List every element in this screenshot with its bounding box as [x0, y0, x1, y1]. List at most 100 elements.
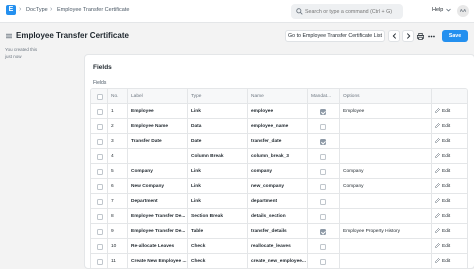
field-label[interactable] — [127, 149, 187, 164]
field-label[interactable]: Re-allocate Leaves — [127, 239, 187, 254]
go-to-list-button[interactable]: Go to Employee Transfer Certificate List — [285, 30, 385, 42]
avatar[interactable]: AA — [457, 5, 469, 17]
field-options[interactable]: Company — [339, 164, 431, 179]
field-label[interactable]: Department — [127, 194, 187, 209]
field-options[interactable] — [339, 134, 431, 149]
row-checkbox[interactable] — [97, 108, 103, 115]
edit-row-button[interactable]: Edit — [435, 164, 450, 179]
field-options[interactable]: Employee — [339, 104, 431, 119]
table-row[interactable]: 6 New Company Link new_company Company Edit — [91, 179, 467, 194]
field-name[interactable]: company — [247, 164, 307, 179]
table-row[interactable]: 3 Transfer Date Date transfer_date Edit — [91, 134, 467, 149]
field-options[interactable] — [339, 239, 431, 254]
more-actions-button[interactable] — [425, 30, 437, 42]
field-options[interactable] — [339, 119, 431, 134]
edit-row-button[interactable]: Edit — [435, 254, 450, 269]
mandatory-checkbox[interactable] — [320, 168, 326, 175]
field-label[interactable]: Employee Transfer De... — [127, 224, 187, 239]
field-type[interactable]: Section Break — [187, 209, 247, 224]
field-name[interactable]: create_new_employee... — [247, 254, 307, 269]
mandatory-checkbox[interactable] — [320, 258, 326, 265]
row-checkbox[interactable] — [97, 183, 103, 190]
mandatory-checkbox[interactable] — [320, 138, 326, 145]
field-label[interactable]: New Company — [127, 179, 187, 194]
row-checkbox[interactable] — [97, 168, 103, 175]
field-type[interactable]: Check — [187, 254, 247, 269]
edit-row-button[interactable]: Edit — [435, 239, 450, 254]
edit-row-button[interactable]: Edit — [435, 194, 450, 209]
edit-row-button[interactable]: Edit — [435, 119, 450, 134]
edit-row-button[interactable]: Edit — [435, 134, 450, 149]
next-doc-button[interactable] — [402, 30, 414, 42]
row-checkbox[interactable] — [97, 123, 103, 130]
edit-row-button[interactable]: Edit — [435, 179, 450, 194]
field-name[interactable]: employee — [247, 104, 307, 119]
row-checkbox[interactable] — [97, 228, 103, 235]
select-all-checkbox[interactable] — [97, 93, 103, 100]
menu-icon[interactable] — [6, 33, 12, 39]
field-label[interactable]: Employee — [127, 104, 187, 119]
field-options[interactable] — [339, 149, 431, 164]
field-type[interactable]: Link — [187, 194, 247, 209]
row-checkbox[interactable] — [97, 198, 103, 205]
table-row[interactable]: 7 Department Link department Edit — [91, 194, 467, 209]
table-row[interactable]: 4 Column Break column_break_3 Edit — [91, 149, 467, 164]
row-checkbox[interactable] — [97, 138, 103, 145]
field-name[interactable]: new_company — [247, 179, 307, 194]
help-menu[interactable]: Help — [432, 7, 443, 13]
field-type[interactable]: Data — [187, 119, 247, 134]
table-row[interactable]: 2 Employee Name Data employee_name Edit — [91, 119, 467, 134]
mandatory-checkbox[interactable] — [320, 153, 326, 160]
field-type[interactable]: Column Break — [187, 149, 247, 164]
table-row[interactable]: 11 Create New Employee ... Check create_new… — [91, 254, 467, 269]
field-type[interactable]: Date — [187, 134, 247, 149]
field-name[interactable]: column_break_3 — [247, 149, 307, 164]
field-type[interactable]: Link — [187, 104, 247, 119]
table-row[interactable]: 9 Employee Transfer De... Table transfer_de… — [91, 224, 467, 239]
edit-row-button[interactable]: Edit — [435, 224, 450, 239]
breadcrumb-doctype[interactable]: DocType — [26, 7, 48, 13]
field-options[interactable] — [339, 194, 431, 209]
edit-row-button[interactable]: Edit — [435, 104, 450, 119]
field-label[interactable]: Create New Employee ... — [127, 254, 187, 269]
field-name[interactable]: reallocate_leaves — [247, 239, 307, 254]
edit-row-button[interactable]: Edit — [435, 149, 450, 164]
field-type[interactable]: Link — [187, 179, 247, 194]
app-logo[interactable]: E — [6, 5, 16, 15]
field-label[interactable]: Employee Name — [127, 119, 187, 134]
field-options[interactable] — [339, 254, 431, 269]
mandatory-checkbox[interactable] — [320, 228, 326, 235]
row-checkbox[interactable] — [97, 213, 103, 220]
field-name[interactable]: department — [247, 194, 307, 209]
field-type[interactable]: Link — [187, 164, 247, 179]
field-type[interactable]: Check — [187, 239, 247, 254]
field-name[interactable]: transfer_details — [247, 224, 307, 239]
field-options[interactable]: Employee Property History — [339, 224, 431, 239]
field-type[interactable]: Table — [187, 224, 247, 239]
field-name[interactable]: details_section — [247, 209, 307, 224]
search-input[interactable] — [305, 5, 401, 18]
table-row[interactable]: 8 Employee Transfer De... Section Break det… — [91, 209, 467, 224]
row-checkbox[interactable] — [97, 258, 103, 265]
row-checkbox[interactable] — [97, 153, 103, 160]
mandatory-checkbox[interactable] — [320, 213, 326, 220]
field-name[interactable]: transfer_date — [247, 134, 307, 149]
field-name[interactable]: employee_name — [247, 119, 307, 134]
breadcrumb-current[interactable]: Employee Transfer Certificate — [57, 7, 129, 13]
mandatory-checkbox[interactable] — [320, 198, 326, 205]
mandatory-checkbox[interactable] — [320, 243, 326, 250]
field-label[interactable]: Transfer Date — [127, 134, 187, 149]
search-bar[interactable] — [291, 4, 403, 19]
save-button[interactable]: Save — [442, 30, 468, 42]
table-row[interactable]: 1 Employee Link employee Employee Edit — [91, 104, 467, 119]
table-row[interactable]: 10 Re-allocate Leaves Check reallocate_leav… — [91, 239, 467, 254]
field-label[interactable]: Company — [127, 164, 187, 179]
field-options[interactable] — [339, 209, 431, 224]
mandatory-checkbox[interactable] — [320, 123, 326, 130]
mandatory-checkbox[interactable] — [320, 183, 326, 190]
previous-doc-button[interactable] — [388, 30, 400, 42]
row-checkbox[interactable] — [97, 243, 103, 250]
mandatory-checkbox[interactable] — [320, 108, 326, 115]
table-row[interactable]: 5 Company Link company Company Edit — [91, 164, 467, 179]
field-options[interactable]: Company — [339, 179, 431, 194]
